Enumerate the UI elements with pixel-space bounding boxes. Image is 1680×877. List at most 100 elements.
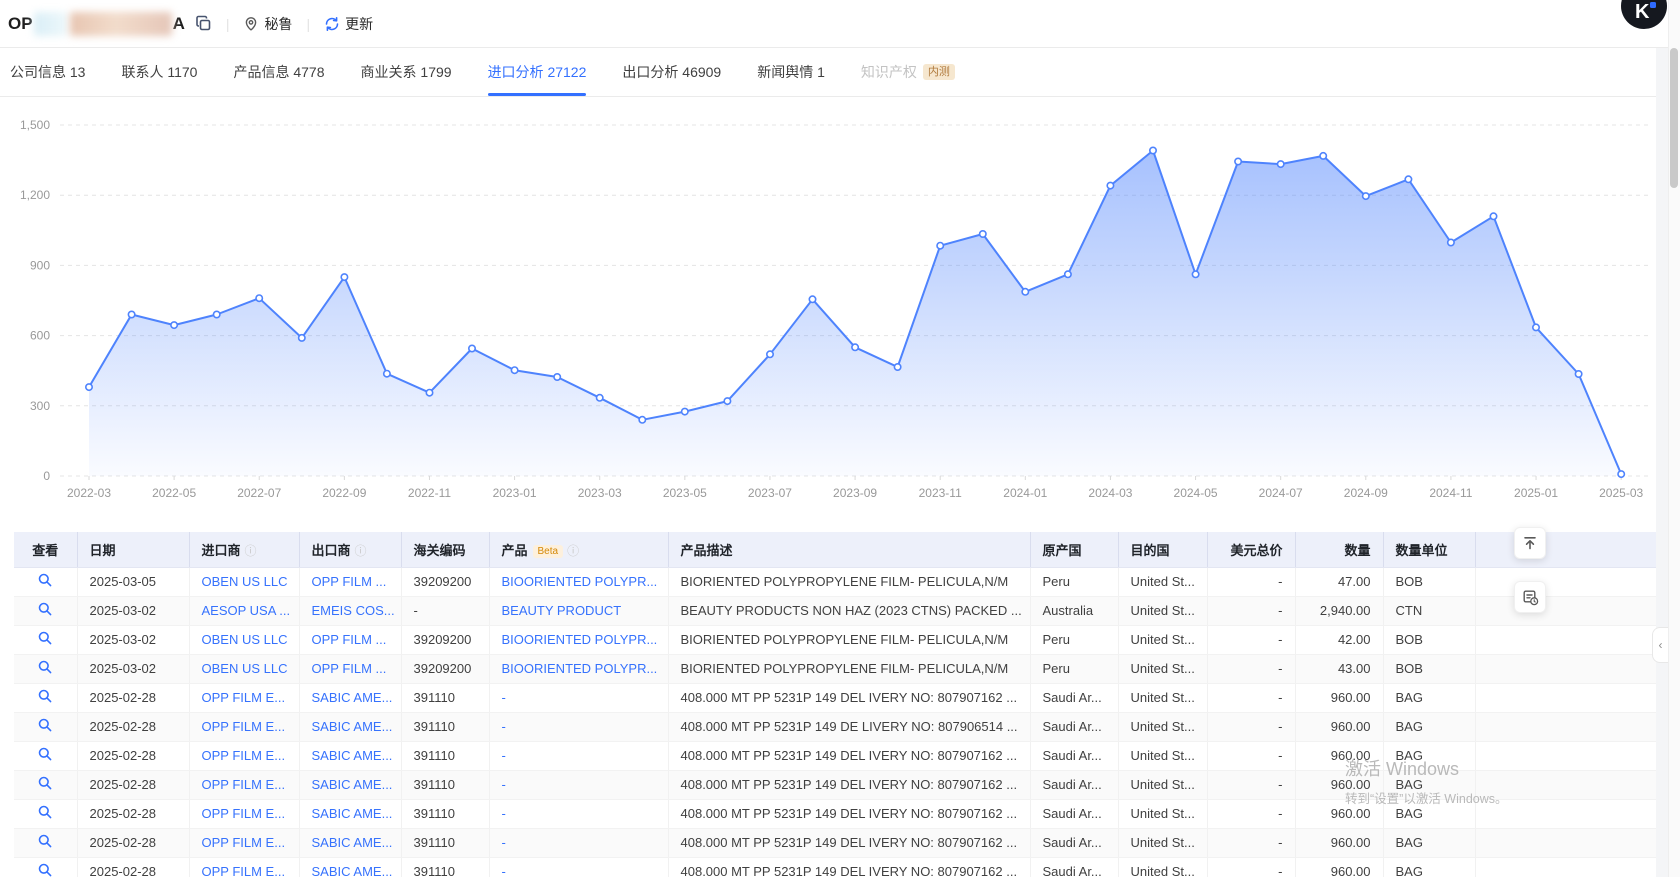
product-link[interactable]: BEAUTY PRODUCT <box>502 603 622 618</box>
col-header-exporter: 出口商ⓘ <box>299 532 401 567</box>
importer-link[interactable]: OBEN US LLC <box>202 632 288 647</box>
cell-quantity: 960.00 <box>1295 741 1383 770</box>
tab-2[interactable]: 产品信息 4778 <box>233 48 324 96</box>
cell-view <box>14 828 77 857</box>
exporter-link[interactable]: OPP FILM ... <box>312 661 387 676</box>
product-link[interactable]: BIOORIENTED POLYPR... <box>502 574 658 589</box>
svg-text:2024-09: 2024-09 <box>1344 486 1388 500</box>
product-link[interactable]: - <box>502 690 506 705</box>
company-title: OP A <box>8 12 185 36</box>
info-icon[interactable]: ⓘ <box>245 544 257 558</box>
cell-usd_total: - <box>1207 712 1295 741</box>
product-link[interactable]: - <box>502 864 506 877</box>
beta-badge: 内测 <box>923 64 955 80</box>
svg-text:2024-03: 2024-03 <box>1088 486 1132 500</box>
importer-link[interactable]: OPP FILM E... <box>202 777 286 792</box>
view-magnifier-icon[interactable] <box>37 659 53 675</box>
cell-view <box>14 596 77 625</box>
tab-0[interactable]: 公司信息 13 <box>10 48 85 96</box>
importer-link[interactable]: OPP FILM E... <box>202 719 286 734</box>
exporter-link[interactable]: OPP FILM ... <box>312 574 387 589</box>
exporter-link[interactable]: SABIC AME... <box>312 690 393 705</box>
cell-usd_total: - <box>1207 741 1295 770</box>
cell-exporter: SABIC AME... <box>299 828 401 857</box>
importer-link[interactable]: OBEN US LLC <box>202 574 288 589</box>
cell-hs_code: - <box>401 596 489 625</box>
view-magnifier-icon[interactable] <box>37 746 53 762</box>
view-magnifier-icon[interactable] <box>37 601 53 617</box>
back-to-top-icon <box>1522 535 1538 551</box>
copy-icon[interactable] <box>195 15 212 32</box>
back-to-top-button[interactable] <box>1514 527 1546 559</box>
exporter-link[interactable]: SABIC AME... <box>312 719 393 734</box>
view-magnifier-icon[interactable] <box>37 630 53 646</box>
cell-quantity: 960.00 <box>1295 712 1383 741</box>
col-header-destination: 目的国 <box>1118 532 1207 567</box>
product-link[interactable]: BIOORIENTED POLYPR... <box>502 632 658 647</box>
importer-link[interactable]: OPP FILM E... <box>202 835 286 850</box>
product-link[interactable]: - <box>502 806 506 821</box>
cell-hs_code: 39209200 <box>401 625 489 654</box>
svg-text:2023-11: 2023-11 <box>919 486 962 500</box>
cell-hs_code: 391110 <box>401 857 489 877</box>
redacted-title-patch-1 <box>34 12 68 36</box>
cell-filler <box>1475 799 1656 828</box>
info-icon[interactable]: ⓘ <box>355 544 367 558</box>
svg-text:2024-05: 2024-05 <box>1174 486 1218 500</box>
view-magnifier-icon[interactable] <box>37 833 53 849</box>
exporter-link[interactable]: SABIC AME... <box>312 777 393 792</box>
tab-5[interactable]: 出口分析 46909 <box>622 48 721 96</box>
view-magnifier-icon[interactable] <box>37 688 53 704</box>
tab-3[interactable]: 商业关系 1799 <box>361 48 452 96</box>
svg-text:2023-03: 2023-03 <box>578 486 622 500</box>
view-magnifier-icon[interactable] <box>37 804 53 820</box>
svg-text:2024-01: 2024-01 <box>1003 486 1047 500</box>
exporter-link[interactable]: SABIC AME... <box>312 748 393 763</box>
refresh-button[interactable]: 更新 <box>324 14 373 34</box>
importer-link[interactable]: AESOP USA ... <box>202 603 291 618</box>
exporter-link[interactable]: SABIC AME... <box>312 864 393 877</box>
feedback-button[interactable] <box>1514 581 1546 613</box>
cell-unit: BAG <box>1383 712 1475 741</box>
importer-link[interactable]: OPP FILM E... <box>202 690 286 705</box>
exporter-link[interactable]: SABIC AME... <box>312 835 393 850</box>
cell-description: 408.000 MT PP 5231P 149 DEL IVERY NO: 80… <box>668 683 1030 712</box>
cell-origin: Peru <box>1030 567 1118 596</box>
location-button[interactable]: 秘鲁 <box>243 14 292 34</box>
cell-date: 2025-02-28 <box>77 712 189 741</box>
exporter-link[interactable]: SABIC AME... <box>312 806 393 821</box>
product-link[interactable]: - <box>502 719 506 734</box>
exporter-link[interactable]: EMEIS COS... <box>312 603 395 618</box>
cell-importer: OPP FILM E... <box>189 799 299 828</box>
tab-6[interactable]: 新闻舆情 1 <box>757 48 825 96</box>
tab-1[interactable]: 联系人 1170 <box>121 48 197 96</box>
product-link[interactable]: - <box>502 777 506 792</box>
importer-link[interactable]: OPP FILM E... <box>202 748 286 763</box>
redacted-title-patch-2 <box>70 12 172 36</box>
view-magnifier-icon[interactable] <box>37 775 53 791</box>
table-row: 2025-03-02AESOP USA ...EMEIS COS...-BEAU… <box>14 596 1656 625</box>
cell-product: - <box>489 683 668 712</box>
importer-link[interactable]: OPP FILM E... <box>202 864 286 877</box>
view-magnifier-icon[interactable] <box>37 717 53 733</box>
cell-filler <box>1475 741 1656 770</box>
product-link[interactable]: - <box>502 835 506 850</box>
importer-link[interactable]: OPP FILM E... <box>202 806 286 821</box>
collapse-panel-tab[interactable]: ‹ <box>1652 627 1668 663</box>
info-icon[interactable]: ⓘ <box>567 544 579 558</box>
product-link[interactable]: - <box>502 748 506 763</box>
chevron-left-icon: ‹ <box>1659 638 1663 652</box>
tab-label: 商业关系 1799 <box>361 62 452 82</box>
view-magnifier-icon[interactable] <box>37 862 53 877</box>
importer-link[interactable]: OBEN US LLC <box>202 661 288 676</box>
product-link[interactable]: BIOORIENTED POLYPR... <box>502 661 658 676</box>
cell-quantity: 42.00 <box>1295 625 1383 654</box>
exporter-link[interactable]: OPP FILM ... <box>312 632 387 647</box>
view-magnifier-icon[interactable] <box>37 572 53 588</box>
cell-product: BIOORIENTED POLYPR... <box>489 567 668 596</box>
scrollbar-thumb[interactable] <box>1670 48 1678 188</box>
cell-unit: BAG <box>1383 799 1475 828</box>
cell-importer: AESOP USA ... <box>189 596 299 625</box>
tab-7[interactable]: 知识产权内测 <box>861 48 955 96</box>
tab-4[interactable]: 进口分析 27122 <box>488 48 587 96</box>
